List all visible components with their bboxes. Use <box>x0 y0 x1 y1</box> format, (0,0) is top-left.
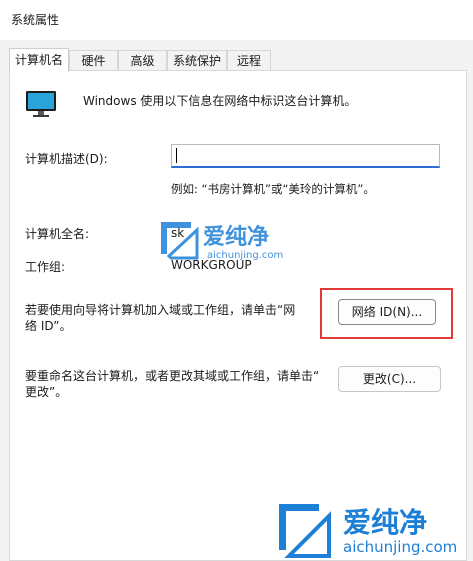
text-caret <box>176 148 177 163</box>
rename-description-line1: 要重命名这台计算机，或者更改其域或工作组，请单击“ <box>25 369 320 383</box>
computer-monitor-icon <box>26 91 56 117</box>
title-bar[interactable]: 系统属性 <box>0 0 473 40</box>
change-button[interactable]: 更改(C)... <box>338 366 441 392</box>
watermark-logo-small: 爱纯净 aichunjing.com <box>161 222 283 261</box>
tab-hardware[interactable]: 硬件 <box>69 50 118 70</box>
workgroup-label: 工作组: <box>25 260 66 274</box>
watermark-logo-large: 爱纯净 aichunjing.com <box>279 504 457 558</box>
window-title: 系统属性 <box>11 13 60 27</box>
watermark-url-small: aichunjing.com <box>207 250 283 261</box>
tab-system-protection[interactable]: 系统保护 <box>167 50 227 70</box>
network-id-description-line1: 若要使用向导将计算机加入域或工作组，请单击“网 <box>25 303 296 317</box>
network-id-button[interactable]: 网络 ID(N)... <box>338 299 436 325</box>
watermark-brand-large: 爱纯净 <box>343 506 427 539</box>
intro-text: Windows 使用以下信息在网络中标识这台计算机。 <box>83 94 357 108</box>
tab-remote[interactable]: 远程 <box>227 50 271 70</box>
computer-description-input[interactable] <box>171 144 440 168</box>
full-computer-name-label: 计算机全名: <box>25 227 90 241</box>
computer-description-label: 计算机描述(D): <box>25 152 108 166</box>
tab-computer-name[interactable]: 计算机名 <box>9 48 69 72</box>
system-properties-window: 系统属性 计算机名 硬件 高级 系统保护 远程 Windows 使用以下信息在网… <box>0 0 473 561</box>
watermark-brand-small: 爱纯净 <box>203 224 269 250</box>
network-id-description-line2: 络 ID”。 <box>25 319 72 333</box>
description-example-text: 例如: “书房计算机”或“美玲的计算机”。 <box>171 182 375 196</box>
watermark-url-large: aichunjing.com <box>343 538 457 556</box>
tab-advanced[interactable]: 高级 <box>118 50 167 70</box>
rename-description-line2: 更改”。 <box>25 385 68 399</box>
